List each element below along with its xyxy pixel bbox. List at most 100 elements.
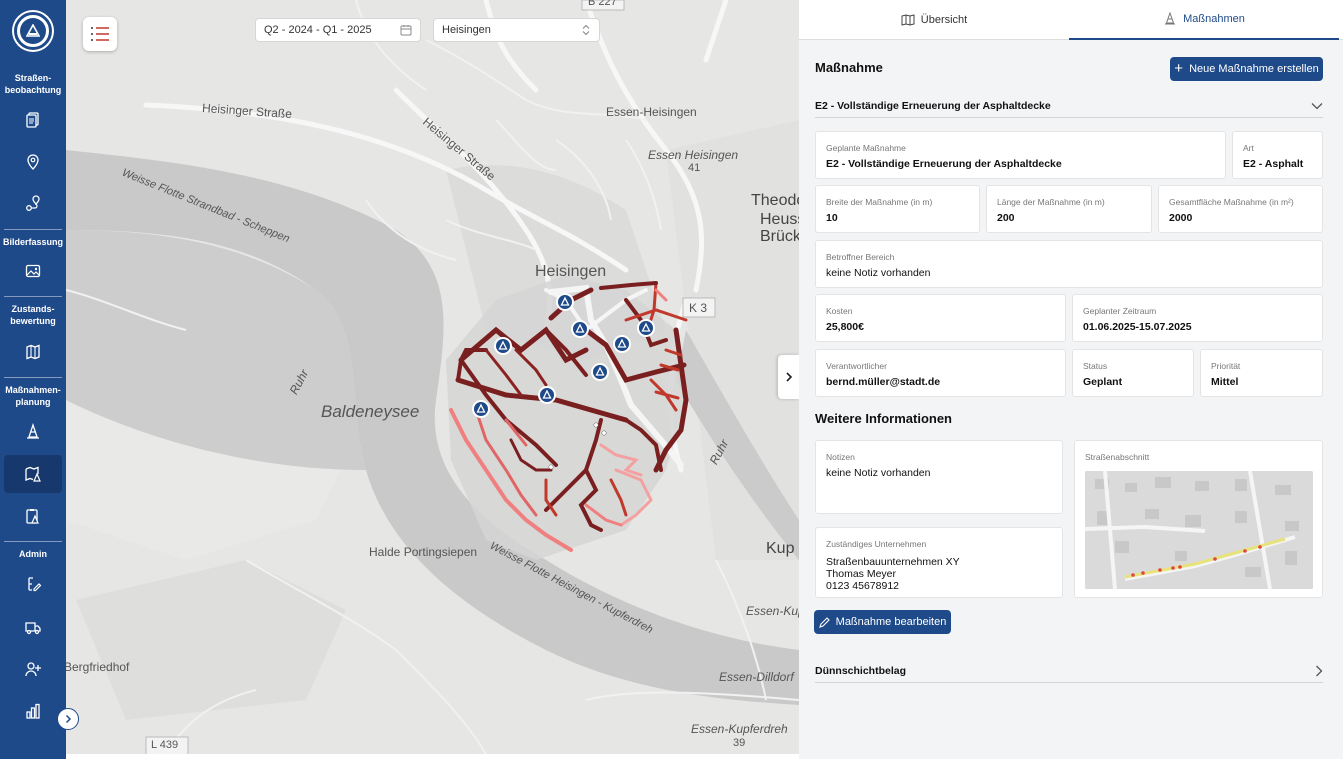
image-icon[interactable]	[4, 252, 62, 290]
map-icon	[901, 14, 915, 26]
field-label: Breite der Maßnahme (in m)	[826, 197, 933, 207]
map-view[interactable]: B 227 Heisinger Straße Heisinger Straße …	[66, 0, 799, 754]
date-range-input[interactable]: Q2 - 2024 - Q1 - 2025	[255, 18, 421, 42]
truck-icon[interactable]	[4, 608, 62, 646]
new-measure-button[interactable]: + Neue Maßnahme erstellen	[1170, 57, 1323, 81]
tab-label: Übersicht	[920, 14, 968, 26]
app-logo[interactable]	[14, 12, 52, 50]
field-value: 200	[997, 212, 1015, 224]
field-label: Verantwortlicher	[826, 361, 887, 371]
map-label: Halde Portingsiepen	[369, 545, 478, 559]
field-value: bernd.müller@stadt.de	[826, 376, 941, 388]
map-label: Essen Heisingen	[648, 148, 739, 162]
new-measure-label: Neue Maßnahme erstellen	[1189, 63, 1319, 75]
section-label-bilderfassung: Bilderfassung	[2, 237, 63, 247]
field-geplante-massnahme: Geplante Maßnahme E2 - Vollständige Erne…	[815, 131, 1226, 179]
field-value: 01.06.2025-15.07.2025	[1083, 321, 1192, 333]
location-pin-icon[interactable]	[4, 143, 62, 181]
field-strassenabschnitt: Straßenabschnitt	[1074, 440, 1323, 598]
street-section-minimap[interactable]	[1085, 471, 1313, 589]
field-notizen: Notizen keine Notiz vorhanden	[815, 440, 1063, 514]
sidebar: Straßen-beobachtung Bilderfassung Zustan…	[0, 0, 66, 759]
field-label: Art	[1243, 143, 1254, 153]
chevron-right-icon	[785, 372, 792, 382]
field-label: Betroffner Bereich	[826, 252, 895, 262]
map-label: Essen-Kupf	[746, 604, 799, 618]
field-value: E2 - Vollständige Erneuerung der Asphalt…	[826, 158, 1062, 170]
map-label: Essen-Dilldorf	[719, 670, 794, 684]
contact-phone: 0123 45678912	[826, 580, 899, 592]
map-label: Heuss	[760, 211, 799, 228]
edit-measure-button[interactable]: Maßnahme bearbeiten	[814, 610, 951, 634]
chevron-right-icon	[1316, 665, 1323, 676]
map-label: Essen-Heisingen	[606, 105, 697, 119]
contact-person: Thomas Meyer	[826, 568, 897, 580]
section-label-strassenbeobachtung: Straßen-beobachtung	[4, 73, 62, 95]
field-label: Kosten	[826, 306, 853, 316]
layer-list-button[interactable]	[83, 17, 117, 51]
map-label: Theodor	[751, 192, 799, 209]
pencil-icon	[818, 616, 830, 628]
field-gesamtflaeche: Gesamtfläche Maßnahme (in m²) 2000	[1158, 185, 1323, 233]
sort-chevrons-icon	[582, 24, 590, 36]
field-prioritaet: Priorität Mittel	[1200, 349, 1323, 397]
documents-icon[interactable]	[4, 101, 62, 139]
map-label: Bergfriedhof	[66, 660, 130, 674]
field-value: keine Notiz vorhanden	[826, 467, 931, 479]
construction-cone-icon[interactable]	[4, 413, 62, 451]
accordion-header-closed[interactable]: Dünnschichtbelag	[815, 659, 1323, 683]
field-label: Gesamtfläche Maßnahme (in m²)	[1169, 197, 1294, 207]
date-range-value: Q2 - 2024 - Q1 - 2025	[264, 24, 372, 36]
plus-icon: +	[1174, 60, 1184, 77]
chevron-down-icon	[1311, 102, 1323, 109]
edit-list-icon[interactable]	[4, 565, 62, 603]
map-rating-icon[interactable]	[4, 333, 62, 371]
map-label: Kup	[766, 540, 795, 557]
calendar-icon	[400, 25, 412, 36]
field-label: Länge der Maßnahme (in m)	[997, 197, 1105, 207]
field-value: Mittel	[1211, 376, 1239, 388]
map-label: B 227	[588, 0, 617, 8]
map-cone-icon[interactable]	[4, 455, 62, 493]
field-label: Geplante Maßnahme	[826, 143, 906, 153]
tab-massnahmen[interactable]: Maßnahmen	[1069, 0, 1339, 40]
field-kosten: Kosten 25,800€	[815, 294, 1066, 342]
field-value: keine Notiz vorhanden	[826, 267, 931, 279]
field-value: Geplant	[1083, 376, 1123, 388]
map-label: 39	[733, 737, 746, 749]
section-label-admin: Admin	[19, 549, 47, 559]
details-panel: Übersicht Maßnahmen Maßnahme + Neue Maßn…	[799, 0, 1343, 759]
section-title-weitere: Weitere Informationen	[815, 411, 953, 426]
field-value: 25,800€	[826, 321, 864, 333]
sidebar-expand-button[interactable]	[57, 708, 79, 730]
field-label: Geplanter Zeitraum	[1083, 306, 1157, 316]
construction-cone-icon	[1165, 12, 1176, 25]
bar-chart-icon[interactable]	[4, 692, 62, 730]
company-name: Straßenbauunternehmen XY	[826, 556, 960, 568]
field-laenge: Länge der Maßnahme (in m) 200	[986, 185, 1152, 233]
field-label: Zuständiges Unternehmen	[826, 539, 927, 549]
field-label: Notizen	[826, 452, 855, 462]
map-label: L 439	[151, 739, 179, 751]
map-label: 41	[688, 162, 701, 174]
field-unternehmen: Zuständiges Unternehmen Straßenbauuntern…	[815, 527, 1063, 598]
panel-title: Maßnahme	[815, 60, 883, 75]
field-verantwortlicher: Verantwortlicher bernd.müller@stadt.de	[815, 349, 1066, 397]
field-label: Straßenabschnitt	[1085, 452, 1150, 462]
tab-uebersicht[interactable]: Übersicht	[799, 0, 1069, 40]
clipboard-cone-icon[interactable]	[4, 497, 62, 535]
field-value: 10	[826, 212, 838, 224]
district-value: Heisingen	[442, 24, 491, 36]
edit-measure-label: Maßnahme bearbeiten	[835, 616, 947, 628]
logo-icon	[20, 18, 46, 44]
field-betroffener-bereich: Betroffner Bereich keine Notiz vorhanden	[815, 240, 1323, 288]
panel-toggle-button[interactable]	[778, 355, 799, 399]
section-label-zustandsbewertung: Zustands-bewertung	[10, 304, 56, 326]
accordion-header-open[interactable]: E2 - Vollständige Erneuerung der Asphalt…	[815, 94, 1323, 118]
accordion-title: E2 - Vollständige Erneuerung der Asphalt…	[815, 99, 1051, 112]
route-icon[interactable]	[4, 185, 62, 223]
add-user-icon[interactable]	[4, 650, 62, 688]
map-label: Heisingen	[535, 263, 607, 280]
field-art: Art E2 - Asphalt	[1232, 131, 1323, 179]
district-select[interactable]: Heisingen	[433, 18, 600, 42]
